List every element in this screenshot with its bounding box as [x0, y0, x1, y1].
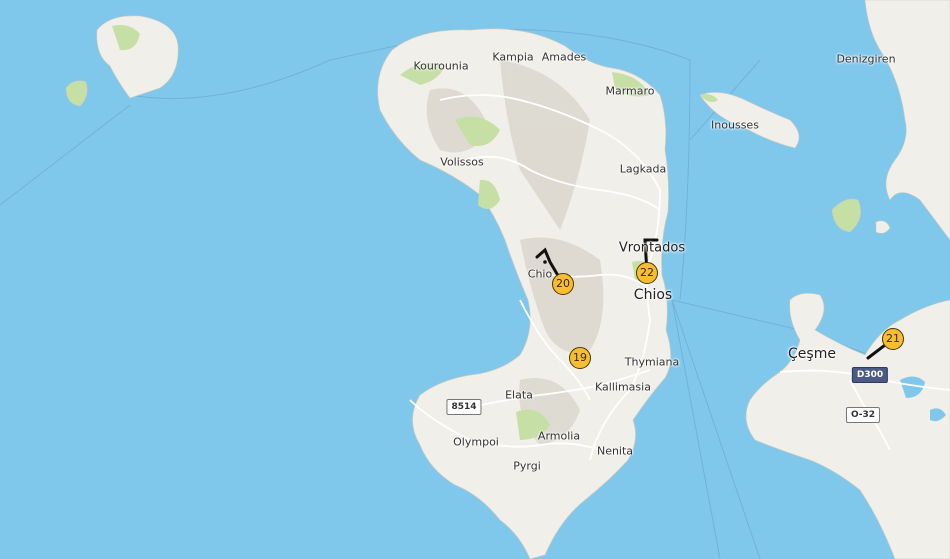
- label-kourounia: Kourounia: [413, 59, 469, 73]
- label-chio: Chio: [527, 267, 553, 281]
- label-thymiana: Thymiana: [624, 355, 680, 369]
- label-elata: Elata: [505, 388, 533, 402]
- map-canvas[interactable]: Kourounia Kampia Amades Marmaro Volissos…: [0, 0, 950, 559]
- label-volissos: Volissos: [440, 155, 484, 169]
- label-inousses: Inousses: [711, 118, 759, 132]
- label-kampia: Kampia: [492, 50, 534, 64]
- map-marker[interactable]: 20: [552, 273, 574, 295]
- label-olympoi: Olympoi: [453, 435, 499, 449]
- label-kallimasia: Kallimasia: [595, 380, 651, 394]
- label-armolia: Armolia: [537, 429, 581, 443]
- map-marker[interactable]: 22: [636, 262, 658, 284]
- label-pyrgi: Pyrgi: [513, 459, 541, 473]
- track-waypoint: [543, 260, 547, 264]
- label-denizgiren: Denizgiren: [836, 52, 896, 66]
- label-lagkada: Lagkada: [619, 162, 667, 176]
- label-vrontados: Vrontados: [618, 240, 686, 256]
- label-cesme: Çeşme: [788, 346, 836, 362]
- label-nenita: Nenita: [596, 444, 634, 458]
- road-shield-d300: D300: [851, 367, 889, 383]
- road-shield-o32: O-32: [845, 407, 881, 423]
- road-shield-8514: 8514: [446, 399, 482, 415]
- map-base-layer: [0, 0, 950, 559]
- label-amades: Amades: [541, 50, 587, 64]
- map-marker[interactable]: 19: [569, 347, 591, 369]
- map-marker[interactable]: 21: [882, 328, 904, 350]
- label-chios: Chios: [633, 287, 673, 303]
- label-marmaro: Marmaro: [605, 84, 655, 98]
